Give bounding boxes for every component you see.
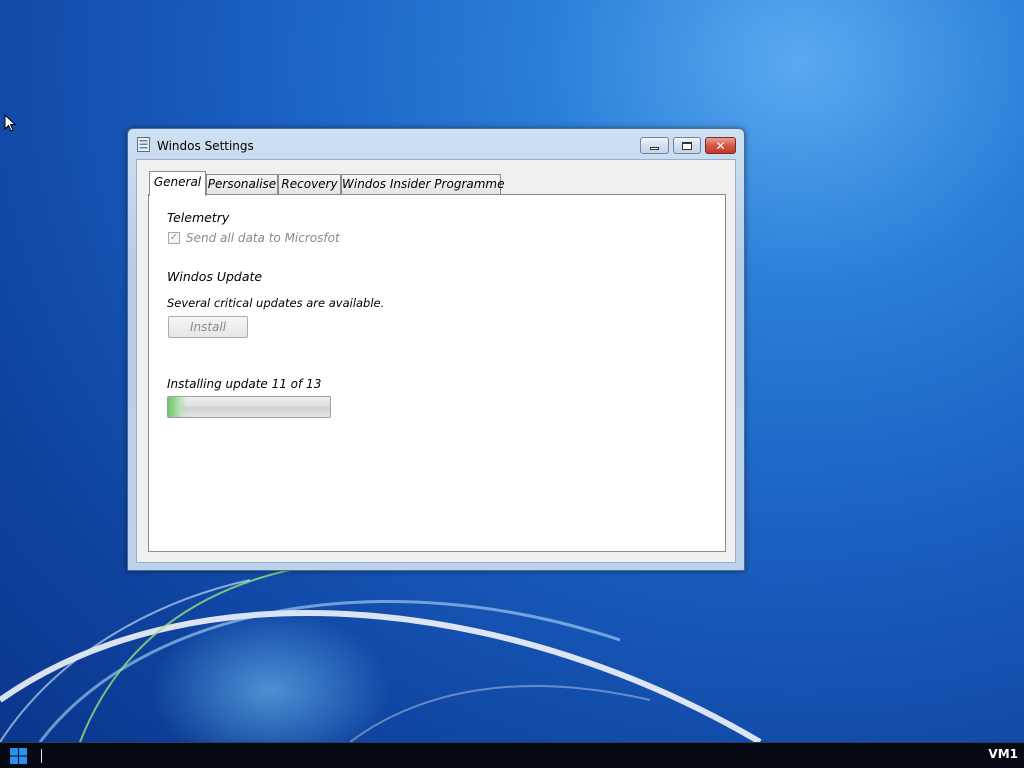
- telemetry-checkbox[interactable]: ✓: [168, 232, 180, 244]
- settings-app-icon: [137, 137, 150, 152]
- minimize-button[interactable]: [640, 137, 669, 154]
- install-button[interactable]: Install: [168, 316, 248, 338]
- title-bar[interactable]: Windos Settings ✕: [128, 129, 744, 159]
- install-progress-bar: [167, 396, 331, 418]
- close-icon: ✕: [715, 138, 726, 153]
- close-button[interactable]: ✕: [705, 137, 736, 154]
- maximize-icon: [682, 141, 692, 150]
- update-message: Several critical updates are available.: [167, 296, 385, 310]
- tab-personalise[interactable]: Personalise: [206, 174, 278, 195]
- minimize-icon: [650, 147, 659, 150]
- mouse-cursor-icon: [4, 114, 16, 132]
- taskbar-search-caret[interactable]: [41, 749, 42, 763]
- tab-general[interactable]: General: [149, 171, 206, 196]
- vm-label: VM1: [988, 747, 1018, 761]
- general-tab-panel: Telemetry ✓ Send all data to Microsfot W…: [148, 194, 726, 552]
- window-title: Windos Settings: [157, 139, 254, 153]
- progress-bar-fill: [168, 397, 188, 417]
- tab-recovery[interactable]: Recovery: [278, 174, 341, 195]
- settings-window: Windos Settings ✕ General Personalise Re…: [127, 128, 745, 571]
- checkmark-icon: ✓: [169, 232, 179, 243]
- taskbar: VM1: [0, 742, 1024, 768]
- telemetry-heading: Telemetry: [167, 210, 230, 225]
- telemetry-checkbox-label: Send all data to Microsfot: [186, 231, 340, 245]
- install-progress-text: Installing update 11 of 13: [167, 377, 322, 391]
- maximize-button[interactable]: [673, 137, 701, 154]
- tab-insider-programme[interactable]: Windos Insider Programme: [341, 174, 505, 195]
- windows-start-icon[interactable]: [10, 748, 27, 764]
- window-client-area: General Personalise Recovery Windos Insi…: [136, 159, 736, 563]
- windows-update-heading: Windos Update: [167, 269, 263, 284]
